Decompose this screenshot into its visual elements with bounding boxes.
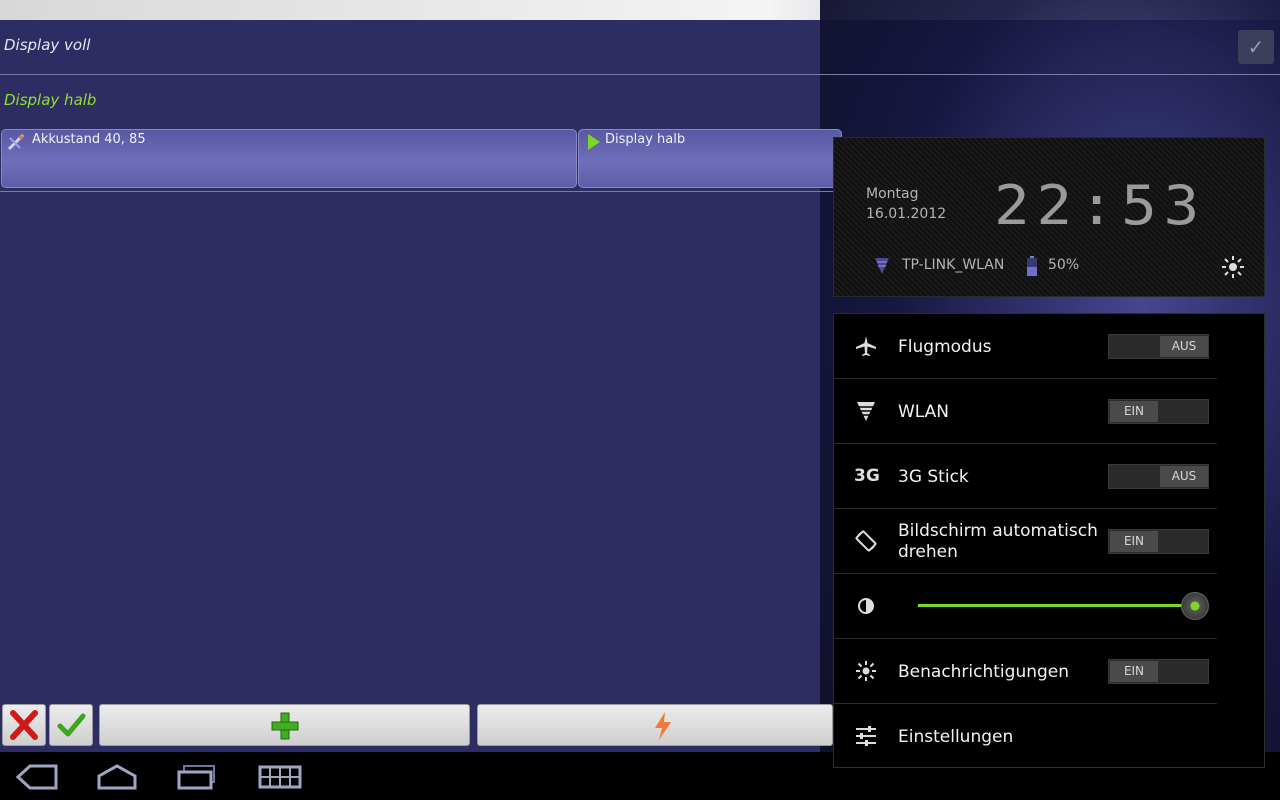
setting-wlan[interactable]: WLAN EIN: [834, 379, 1217, 444]
notification-icon: [856, 661, 876, 681]
settings-icon: [856, 726, 876, 746]
plus-icon: [271, 712, 299, 740]
wifi-icon: [875, 258, 889, 274]
home-icon[interactable]: [96, 764, 138, 790]
cancel-button[interactable]: [2, 704, 46, 746]
brightness-slider[interactable]: [918, 592, 1209, 620]
brightness-slider-fill: [918, 604, 1195, 607]
keyboard-icon[interactable]: [258, 764, 302, 790]
setting-brightness: [834, 574, 1217, 639]
rotate-toggle-state: EIN: [1110, 531, 1158, 552]
divider: [0, 191, 833, 192]
brightness-sun-icon[interactable]: [1220, 254, 1246, 280]
rotate-toggle[interactable]: EIN: [1108, 529, 1209, 554]
wlan-toggle-state: EIN: [1110, 401, 1158, 422]
brightness-icon: [858, 598, 874, 614]
back-icon[interactable]: [16, 764, 58, 790]
3g-toggle-state: AUS: [1160, 466, 1208, 487]
setting-notifications[interactable]: Benachrichtigungen EIN: [834, 639, 1217, 704]
condition-battery-label: Akkustand 40, 85: [32, 132, 146, 147]
wifi-name: TP-LINK_WLAN: [902, 257, 1005, 273]
rotate-label-line1: Bildschirm automatisch: [898, 521, 1098, 541]
condition-display[interactable]: Display halb: [578, 129, 842, 188]
clock-panel: Montag 16.01.2012 22:53 TP-LINK_WLAN 50%: [833, 137, 1265, 297]
clock-time: 22:53: [994, 174, 1206, 237]
rotate-label-line2: drehen: [898, 542, 958, 562]
lightning-icon: [655, 712, 671, 740]
date: 16.01.2012: [866, 206, 947, 222]
rule-display-voll[interactable]: Display voll: [4, 36, 90, 54]
weekday: Montag: [866, 186, 919, 202]
setting-airplane[interactable]: Flugmodus AUS: [834, 314, 1217, 379]
check-icon: [57, 713, 86, 737]
3g-toggle[interactable]: AUS: [1108, 464, 1209, 489]
add-button[interactable]: [99, 704, 470, 746]
setting-3g-stick[interactable]: 3G 3G Stick AUS: [834, 444, 1217, 509]
checkmark-icon[interactable]: ✓: [1238, 30, 1274, 64]
play-icon: [588, 134, 600, 150]
notifications-toggle[interactable]: EIN: [1108, 659, 1209, 684]
notifications-toggle-state: EIN: [1110, 661, 1158, 682]
3g-icon: 3G: [854, 466, 880, 486]
settings-label: Einstellungen: [898, 727, 1014, 747]
setting-settings-link[interactable]: Einstellungen: [834, 704, 1217, 768]
airplane-label: Flugmodus: [898, 337, 992, 357]
close-icon: [10, 710, 38, 740]
rotate-icon: [855, 530, 877, 552]
confirm-button[interactable]: [49, 704, 93, 746]
condition-display-label: Display halb: [605, 132, 686, 147]
3g-label: 3G Stick: [898, 467, 969, 487]
wlan-label: WLAN: [898, 402, 950, 422]
battery-level: 50%: [1048, 257, 1080, 273]
airplane-icon: [856, 336, 876, 356]
condition-battery[interactable]: Akkustand 40, 85: [1, 129, 577, 188]
brightness-slider-thumb[interactable]: [1181, 592, 1209, 620]
airplane-toggle[interactable]: AUS: [1108, 334, 1209, 359]
battery-plug-icon: [7, 133, 25, 151]
action-button[interactable]: [477, 704, 833, 746]
battery-icon: [1027, 256, 1037, 276]
quick-settings-panel: Flugmodus AUS WLAN EIN 3G 3G Stick AUS B…: [833, 313, 1265, 768]
notifications-label: Benachrichtigungen: [898, 662, 1070, 682]
wifi-icon: [857, 402, 875, 421]
recent-apps-icon[interactable]: [176, 764, 218, 790]
rule-display-halb[interactable]: Display halb: [4, 91, 96, 109]
wlan-toggle[interactable]: EIN: [1108, 399, 1209, 424]
divider: [0, 74, 1280, 75]
setting-auto-rotate[interactable]: Bildschirm automatisch drehen EIN: [834, 509, 1217, 574]
airplane-toggle-state: AUS: [1160, 336, 1208, 357]
